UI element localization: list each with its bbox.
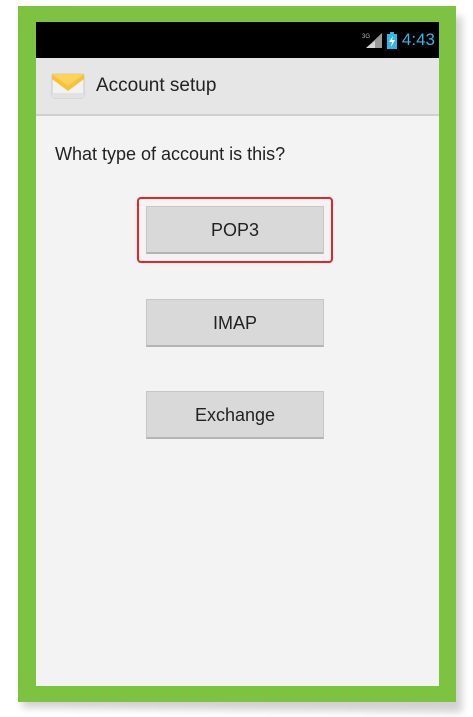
action-bar: Account setup (36, 58, 439, 116)
action-bar-title: Account setup (96, 75, 217, 96)
svg-text:3G: 3G (362, 34, 370, 40)
exchange-button[interactable]: Exchange (146, 391, 324, 439)
battery-icon (386, 31, 397, 49)
status-time: 4:43 (401, 30, 435, 49)
imap-button[interactable]: IMAP (146, 299, 324, 347)
status-bar: 3G 4:43 (36, 22, 439, 58)
phone-screen: 3G 4:43 Account setup What type of accou… (36, 22, 439, 686)
pop3-button[interactable]: POP3 (146, 206, 324, 254)
email-icon[interactable] (51, 71, 85, 101)
stage: 3G 4:43 Account setup What type of accou… (0, 0, 473, 717)
account-type-question: What type of account is this? (55, 144, 286, 164)
status-icons: 3G 4:43 (362, 22, 435, 58)
signal-icon: 3G (362, 32, 382, 48)
